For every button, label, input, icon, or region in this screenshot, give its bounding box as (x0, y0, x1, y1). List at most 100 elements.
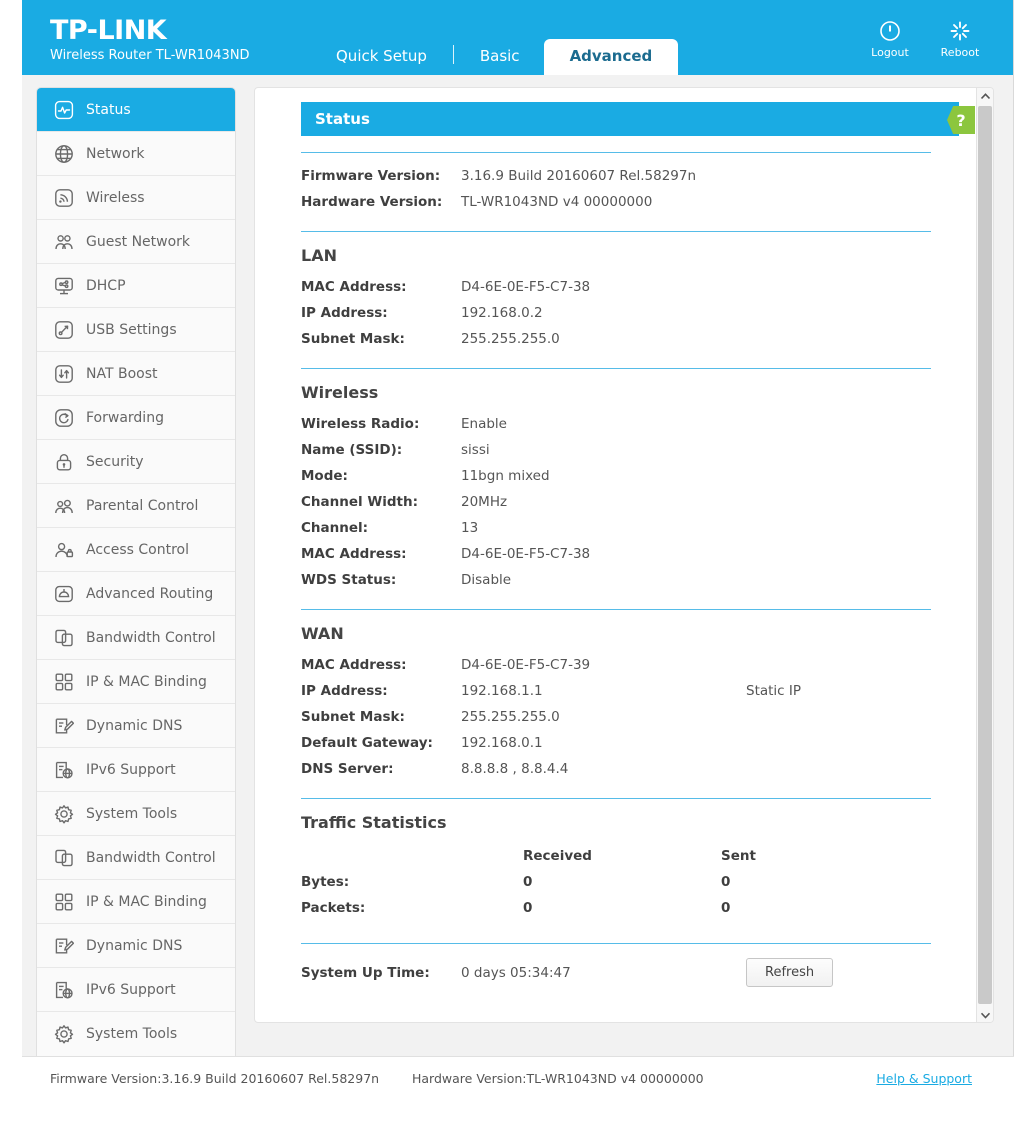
sidebar-item-label: Bandwidth Control (86, 849, 216, 866)
wireless-field-label: Mode: (301, 468, 348, 484)
wireless-field-value: 13 (461, 520, 479, 536)
sidebar-item-bandwidth-control[interactable]: Bandwidth Control (37, 836, 235, 880)
sidebar-item-label: Dynamic DNS (86, 717, 183, 734)
ip-mac-binding-icon (51, 891, 77, 913)
app-body: Status Network Wireless Guest Network DHCP US… (22, 75, 1013, 1057)
lan-mac-label: MAC Address: (301, 279, 407, 295)
traffic-row-label: Bytes: (301, 874, 350, 890)
table-row: Subnet Mask: 255.255.255.0 (301, 704, 931, 730)
scrollbar-thumb[interactable] (978, 106, 992, 1004)
sidebar-item-label: Parental Control (86, 497, 199, 514)
traffic-sent-value: 0 (721, 874, 731, 890)
scroll-up-button[interactable] (977, 88, 993, 105)
wireless-field-value: 11bgn mixed (461, 468, 550, 484)
table-row: MAC Address: D4-6E-0E-F5-C7-38 (301, 274, 931, 300)
usb-icon (51, 319, 77, 341)
sidebar-item-wireless[interactable]: Wireless (37, 176, 235, 220)
divider-wan (301, 609, 931, 610)
sidebar-item-usb-settings[interactable]: USB Settings (37, 308, 235, 352)
gear-icon (51, 1023, 77, 1045)
sidebar-item-label: Guest Network (86, 233, 191, 250)
reboot-button[interactable]: Reboot (935, 20, 985, 60)
wan-field-value: D4-6E-0E-F5-C7-39 (461, 657, 591, 673)
access-control-icon (51, 539, 77, 561)
lan-heading: LAN (301, 246, 337, 265)
uptime-label: System Up Time: (301, 964, 430, 981)
table-row: Packets: 0 0 (301, 895, 931, 921)
tab-quick-setup[interactable]: Quick Setup (312, 40, 451, 76)
scroll-down-button[interactable] (977, 1007, 993, 1022)
sidebar-item-guest-network[interactable]: Guest Network (37, 220, 235, 264)
logout-label: Logout (871, 46, 909, 59)
refresh-button[interactable]: Refresh (746, 958, 834, 987)
sidebar-item-status[interactable]: Status (37, 88, 235, 132)
logout-button[interactable]: Logout (865, 20, 915, 60)
wan-field-label: MAC Address: (301, 657, 407, 673)
sidebar-item-label: IP & MAC Binding (86, 893, 207, 910)
header-actions: Logout Reboot (865, 20, 985, 60)
sidebar-item-ip-mac-binding[interactable]: IP & MAC Binding (37, 660, 235, 704)
sidebar-item-system-tools[interactable]: System Tools (37, 1012, 235, 1056)
sidebar-item-system-tools[interactable]: System Tools (37, 792, 235, 836)
traffic-table: Received Sent Bytes: 0 0 Packets: 0 0 (301, 843, 931, 921)
sidebar-item-forwarding[interactable]: Forwarding (37, 396, 235, 440)
wan-heading: WAN (301, 624, 344, 643)
wireless-icon (51, 187, 77, 209)
tab-basic[interactable]: Basic (456, 40, 544, 76)
traffic-received-header: Received (523, 848, 592, 864)
lock-icon (51, 451, 77, 473)
divider-lan (301, 231, 931, 232)
divider-top (301, 152, 931, 153)
sidebar-item-bandwidth-control[interactable]: Bandwidth Control (37, 616, 235, 660)
content-scrollbar[interactable] (976, 88, 993, 1022)
lan-subnet-value: 255.255.255.0 (461, 331, 560, 347)
wireless-field-label: Channel Width: (301, 494, 418, 510)
sidebar-item-access-control[interactable]: Access Control (37, 528, 235, 572)
traffic-corner-label (301, 843, 523, 869)
table-row: MAC Address: D4-6E-0E-F5-C7-39 (301, 652, 931, 678)
help-support-link[interactable]: Help & Support (876, 1071, 972, 1086)
tab-advanced[interactable]: Advanced (543, 39, 679, 76)
firmware-version-value: 3.16.9 Build 20160607 Rel.58297n (461, 168, 697, 184)
sidebar-item-label: System Tools (86, 1026, 178, 1042)
sidebar-item-label: Network (86, 145, 145, 162)
wireless-field-value: Disable (461, 572, 512, 588)
sidebar-item-nat-boost[interactable]: NAT Boost (37, 352, 235, 396)
parental-control-icon (51, 495, 77, 517)
app-footer: Firmware Version:3.16.9 Build 20160607 R… (22, 1056, 1014, 1100)
sidebar-item-ipv6-support[interactable]: IPv6 Support (37, 748, 235, 792)
sidebar-item-label: Dynamic DNS (86, 937, 183, 954)
sidebar-item-ipv6-support[interactable]: IPv6 Support (37, 968, 235, 1012)
sidebar-item-label: Bandwidth Control (86, 629, 216, 646)
content-panel: Status Firmware Version: 3.16.9 Build 20… (254, 87, 994, 1023)
sidebar-item-parental-control[interactable]: Parental Control (37, 484, 235, 528)
uptime-value: 0 days 05:34:47 (461, 964, 571, 981)
sidebar-item-dynamic-dns[interactable]: Dynamic DNS (37, 704, 235, 748)
nat-boost-icon (51, 363, 77, 385)
sidebar-item-security[interactable]: Security (37, 440, 235, 484)
table-row: Hardware Version: TL-WR1043ND v4 0000000… (301, 189, 931, 215)
version-section: Firmware Version: 3.16.9 Build 20160607 … (301, 163, 931, 215)
sidebar-item-label: DHCP (86, 277, 126, 294)
table-row: Channel Width: 20MHz (301, 489, 931, 515)
dhcp-icon (51, 275, 77, 297)
ipv6-icon (51, 979, 77, 1001)
wireless-field-value: D4-6E-0E-F5-C7-38 (461, 546, 591, 562)
traffic-section: Traffic Statistics Received Sent Bytes: 0… (301, 813, 931, 921)
lan-ip-value: 192.168.0.2 (461, 305, 543, 321)
wan-connection-type: Static IP (746, 683, 802, 699)
globe-icon (51, 143, 77, 165)
router-admin-page: TP-LINK Wireless Router TL-WR1043ND Quic… (0, 0, 1036, 1128)
wan-section: WAN MAC Address: D4-6E-0E-F5-C7-39 IP Addr… (301, 624, 931, 782)
sidebar-menu: Status Network Wireless Guest Network DHCP US… (36, 87, 236, 1057)
sidebar-item-ip-mac-binding[interactable]: IP & MAC Binding (37, 880, 235, 924)
table-row: Subnet Mask: 255.255.255.0 (301, 326, 931, 352)
uptime-section: System Up Time: 0 days 05:34:47 Refresh (301, 958, 931, 987)
traffic-sent-value: 0 (721, 900, 731, 916)
sidebar-item-dynamic-dns[interactable]: Dynamic DNS (37, 924, 235, 968)
sidebar-item-network[interactable]: Network (37, 132, 235, 176)
sidebar-item-dhcp[interactable]: DHCP (37, 264, 235, 308)
dynamic-dns-icon (51, 935, 77, 957)
table-row: Firmware Version: 3.16.9 Build 20160607 … (301, 163, 931, 189)
sidebar-item-advanced-routing[interactable]: Advanced Routing (37, 572, 235, 616)
